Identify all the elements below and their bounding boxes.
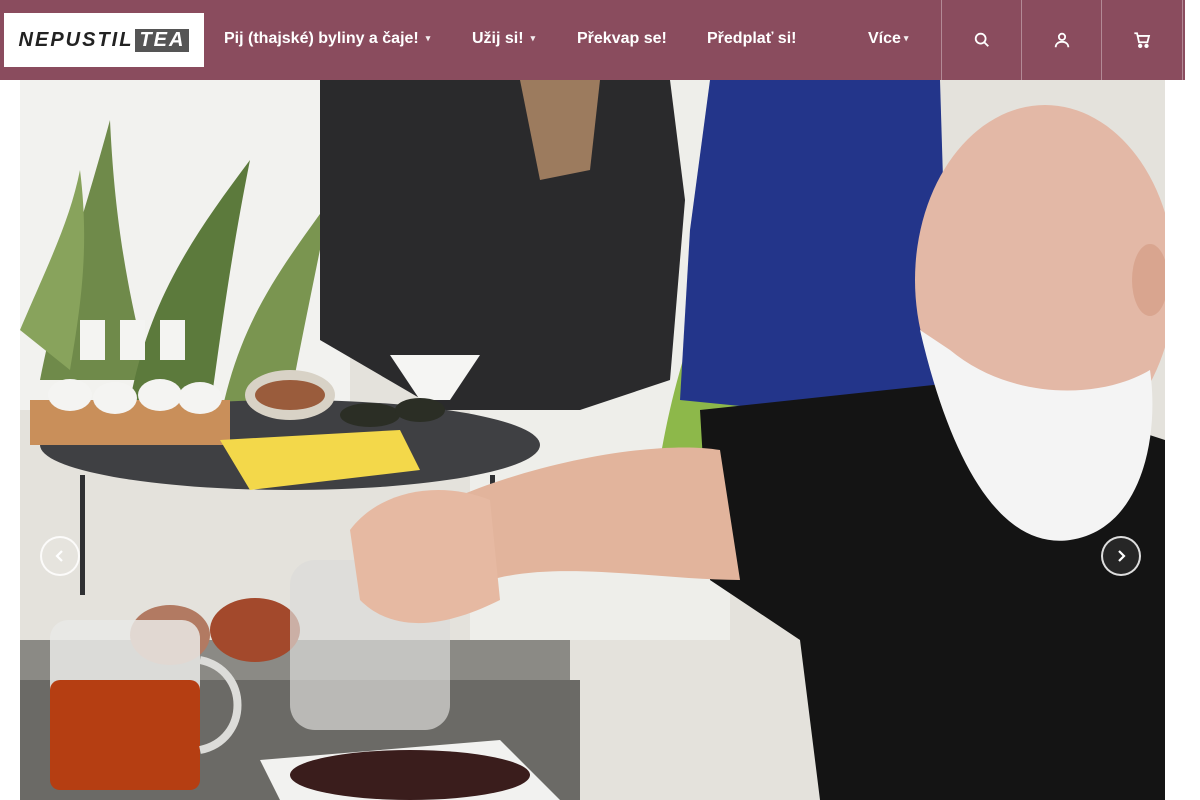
nav-item-label: Užij si! (472, 30, 524, 47)
search-icon (974, 32, 989, 47)
cart-button[interactable] (1101, 0, 1183, 80)
slider-prev-button[interactable] (40, 536, 80, 576)
nav-item-herbs-and-teas[interactable]: Pij (thajské) byliny a čaje! ▾ (224, 30, 430, 48)
cart-icon (1134, 32, 1151, 49)
nav-item-subscribe[interactable]: Předplať si! (707, 30, 796, 48)
hero-slider (20, 80, 1165, 800)
hero-image (20, 80, 1165, 800)
site-header: NEPUSTIL TEA Pij (thajské) byliny a čaje!… (0, 0, 1185, 80)
nav-item-label: Překvap se! (577, 30, 667, 47)
logo-suffix: TEA (135, 28, 190, 52)
nav-item-more[interactable]: Více ▾ (868, 30, 908, 48)
caret-down-icon: ▾ (530, 33, 536, 44)
site-logo[interactable]: NEPUSTIL TEA (4, 13, 204, 67)
caret-down-icon: ▾ (903, 33, 909, 44)
nav-item-enjoy[interactable]: Užij si! ▾ (472, 30, 535, 48)
search-button[interactable] (941, 0, 1022, 80)
account-button[interactable] (1021, 0, 1102, 80)
logo-text: NEPUSTIL (18, 28, 134, 51)
nav-item-label: Pij (thajské) byliny a čaje! (224, 30, 419, 47)
nav-item-label: Více (868, 30, 901, 47)
page-scrollbar[interactable] (1185, 0, 1200, 800)
chevron-left-icon (55, 550, 63, 562)
user-icon (1054, 32, 1070, 48)
caret-down-icon: ▾ (425, 33, 431, 44)
nav-item-surprise[interactable]: Překvap se! (577, 30, 667, 48)
slider-next-button[interactable] (1101, 536, 1141, 576)
chevron-right-icon (1118, 550, 1126, 562)
nav-item-label: Předplať si! (707, 30, 797, 47)
